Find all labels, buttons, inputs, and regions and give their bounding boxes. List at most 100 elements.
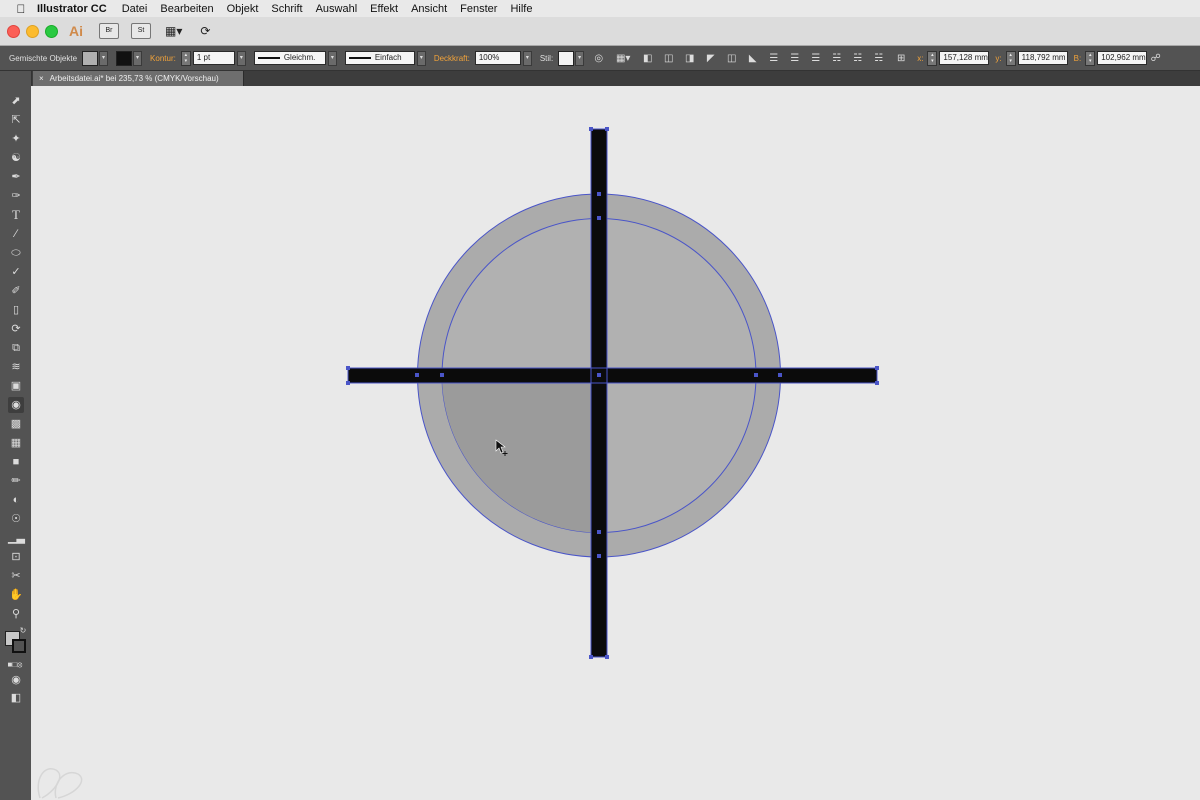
hand-tool-icon[interactable]: ✋ — [8, 587, 24, 603]
x-position-field[interactable]: 157,128 mm — [939, 51, 990, 65]
color-mode-icons[interactable]: ■□⦻ — [4, 657, 26, 673]
stroke-weight-field[interactable]: 1 pt — [192, 51, 235, 65]
window-minimize-button[interactable] — [26, 24, 39, 38]
distribute-horizontal-center-icon[interactable]: ☵ — [851, 52, 864, 65]
menu-datei[interactable]: Datei — [122, 3, 148, 15]
anchor-point[interactable] — [875, 366, 879, 370]
align-vertical-center-icon[interactable]: ◫ — [725, 52, 738, 65]
anchor-point[interactable] — [589, 655, 593, 659]
align-right-icon[interactable]: ◨ — [683, 52, 696, 65]
highlighted-quadrant[interactable] — [442, 375, 599, 533]
variable-width-profile-field[interactable]: Gleichm. — [253, 51, 326, 65]
menu-hilfe[interactable]: Hilfe — [510, 3, 532, 15]
document-tab[interactable]: × Arbeitsdatei.ai* bei 235,73 % (CMYK/Vor… — [33, 71, 244, 86]
anchor-point[interactable] — [597, 530, 601, 534]
align-to-selection-icon[interactable]: ▦▾ — [613, 52, 633, 65]
anchor-point[interactable] — [597, 373, 601, 377]
artboard-canvas[interactable] — [31, 86, 1200, 800]
magic-wand-tool-icon[interactable]: ✦ — [8, 131, 24, 147]
window-maximize-button[interactable] — [45, 24, 58, 38]
menu-bearbeiten[interactable]: Bearbeiten — [160, 3, 213, 15]
graphic-style-dropdown-icon[interactable]: ▾ — [575, 50, 585, 66]
x-stepper[interactable]: ▴ ▾ — [927, 50, 938, 66]
menu-effekt[interactable]: Effekt — [370, 3, 398, 15]
stroke-weight-stepper[interactable]: ▴ ▾ — [180, 50, 191, 66]
anchor-point[interactable] — [605, 655, 609, 659]
line-segment-tool-icon[interactable]: ∕ — [8, 226, 24, 242]
menu-objekt[interactable]: Objekt — [227, 3, 259, 15]
menu-schrift[interactable]: Schrift — [271, 3, 302, 15]
opacity-label[interactable]: Deckkraft: — [434, 54, 470, 63]
arrange-documents-icon[interactable]: ▦▾ — [163, 24, 184, 38]
mesh-tool-icon[interactable]: ▦ — [8, 435, 24, 451]
distribute-right-icon[interactable]: ☵ — [872, 52, 885, 65]
column-graph-tool-icon[interactable]: ▁▃ — [8, 530, 25, 546]
rotate-tool-icon[interactable]: ⟳ — [8, 321, 24, 337]
fill-swatch[interactable] — [82, 50, 99, 66]
stroke-label[interactable]: Kontur: — [150, 54, 176, 63]
distribute-vertical-center-icon[interactable]: ☰ — [788, 52, 801, 65]
warp-tool-icon[interactable]: ≋ — [8, 359, 24, 375]
anchor-point[interactable] — [605, 127, 609, 131]
vertical-crosshair-bar[interactable] — [590, 128, 608, 658]
distribute-top-icon[interactable]: ☰ — [767, 52, 780, 65]
scale-tool-icon[interactable]: ⧉ — [8, 340, 24, 356]
close-tab-icon[interactable]: × — [39, 74, 44, 83]
slice-tool-icon[interactable]: ✂ — [8, 568, 24, 584]
menu-fenster[interactable]: Fenster — [460, 3, 497, 15]
anchor-point[interactable] — [415, 373, 419, 377]
shape-builder-tool-icon[interactable]: ◉ — [8, 397, 24, 413]
anchor-point[interactable] — [440, 373, 444, 377]
type-tool-icon[interactable]: T — [8, 207, 24, 223]
artboard-tool-icon[interactable]: ⊡ — [8, 549, 24, 565]
symbol-sprayer-tool-icon[interactable]: ☉ — [8, 511, 24, 527]
bridge-button[interactable]: Br — [99, 23, 119, 39]
profile-dropdown-icon[interactable]: ▾ — [327, 50, 337, 66]
ellipse-tool-icon[interactable]: ⬭ — [8, 245, 24, 261]
recolor-artwork-icon[interactable]: ◎ — [592, 52, 605, 65]
brush-definition-field[interactable]: Einfach — [344, 51, 415, 65]
fill-dropdown-icon[interactable]: ▾ — [99, 50, 109, 66]
align-top-icon[interactable]: ◤ — [704, 52, 717, 65]
anchor-point[interactable] — [597, 554, 601, 558]
free-transform-tool-icon[interactable]: ▣ — [8, 378, 24, 394]
brush-dropdown-icon[interactable]: ▾ — [416, 50, 426, 66]
y-position-field[interactable]: 118,792 mm — [1017, 51, 1068, 65]
menu-auswahl[interactable]: Auswahl — [316, 3, 358, 15]
menu-ansicht[interactable]: Ansicht — [411, 3, 447, 15]
distribute-left-icon[interactable]: ☵ — [830, 52, 843, 65]
drawing-mode-icon[interactable]: ◉ — [8, 672, 24, 688]
stroke-dropdown-icon[interactable]: ▾ — [133, 50, 143, 66]
horizontal-crosshair-bar[interactable] — [347, 367, 878, 384]
stroke-weight-dropdown-icon[interactable]: ▾ — [236, 50, 246, 66]
selection-tool-icon[interactable]: ⬈ — [8, 93, 24, 109]
graphic-style-swatch[interactable] — [558, 50, 575, 66]
app-menu-name[interactable]: Illustrator CC — [37, 3, 107, 15]
eyedropper-tool-icon[interactable]: ✏ — [8, 473, 24, 489]
anchor-point[interactable] — [875, 381, 879, 385]
constrain-proportions-icon[interactable]: ☍ — [1149, 52, 1162, 65]
stroke-color-swatch[interactable] — [12, 639, 26, 653]
screen-mode-icon[interactable]: ◧ — [8, 690, 24, 706]
lasso-tool-icon[interactable]: ☯ — [8, 150, 24, 166]
align-left-icon[interactable]: ◧ — [641, 52, 654, 65]
stock-button[interactable]: St — [131, 23, 151, 39]
align-bottom-icon[interactable]: ◣ — [746, 52, 759, 65]
anchor-point[interactable] — [778, 373, 782, 377]
gpu-performance-icon[interactable]: ⟳ — [196, 24, 214, 38]
anchor-point[interactable] — [597, 192, 601, 196]
paintbrush-tool-icon[interactable]: ✓ — [8, 264, 24, 280]
y-stepper[interactable]: ▴ ▾ — [1005, 50, 1016, 66]
width-field[interactable]: 102,962 mm — [1097, 51, 1148, 65]
apple-icon[interactable]:  — [13, 2, 29, 16]
blend-tool-icon[interactable]: ◐ — [8, 492, 24, 508]
width-stepper[interactable]: ▴ ▾ — [1085, 50, 1096, 66]
shaper-tool-icon[interactable]: ✐ — [8, 283, 24, 299]
perspective-grid-tool-icon[interactable]: ▩ — [8, 416, 24, 432]
swap-fill-stroke-icon[interactable]: ↻ — [18, 623, 28, 639]
zoom-tool-icon[interactable]: ⚲ — [8, 606, 24, 622]
curvature-tool-icon[interactable]: ✑ — [8, 188, 24, 204]
reference-point-icon[interactable]: ⊞ — [893, 52, 909, 65]
opacity-field[interactable]: 100% — [474, 51, 521, 65]
anchor-point[interactable] — [346, 381, 350, 385]
